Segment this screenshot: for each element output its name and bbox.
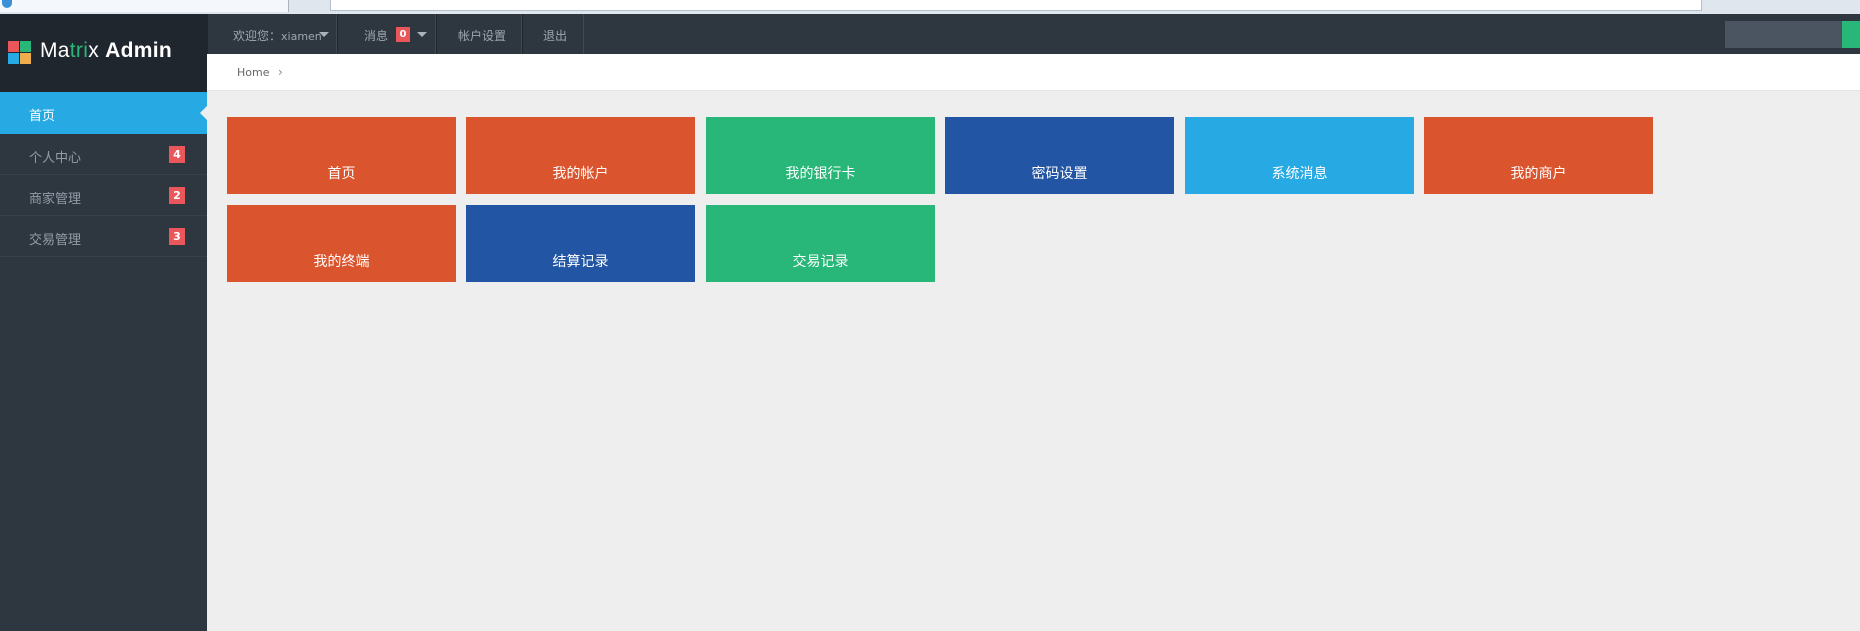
- sidebar-item-merchant-management[interactable]: 商家管理 2: [0, 175, 207, 216]
- logout-link[interactable]: 退出: [522, 14, 584, 54]
- tile-label: 结算记录: [552, 254, 609, 270]
- tile-my-merchants[interactable]: 我的商户: [1424, 117, 1653, 194]
- welcome-text: 欢迎您：xiamen: [233, 27, 322, 44]
- breadcrumb: Home ›: [207, 54, 1860, 91]
- sidebar-item-label: 交易管理: [29, 233, 82, 248]
- user-menu[interactable]: 欢迎您：xiamen: [207, 14, 337, 54]
- logo-text: Matrix Admin: [40, 39, 172, 63]
- tile-label: 交易记录: [792, 254, 849, 270]
- browser-tab[interactable]: [0, 0, 289, 12]
- search-input[interactable]: [1725, 21, 1842, 48]
- tile-password-settings[interactable]: 密码设置: [945, 117, 1174, 194]
- browser-favicon-icon: [2, 0, 12, 8]
- account-settings-link[interactable]: 帐户设置: [436, 14, 522, 54]
- sidebar: Matrix Admin 首页 个人中心 4 商家管理 2 交易管理 3: [0, 14, 207, 631]
- sidebar-item-home[interactable]: 首页: [0, 92, 207, 134]
- logo-text-part: Admin: [105, 39, 172, 62]
- tile-settlement-records[interactable]: 结算记录: [466, 205, 695, 282]
- logo-text-part: x: [88, 39, 106, 62]
- sidebar-item-transaction-management[interactable]: 交易管理 3: [0, 216, 207, 257]
- sidebar-item-label: 商家管理: [29, 192, 82, 207]
- sidebar-menu: 首页 个人中心 4 商家管理 2 交易管理 3: [0, 92, 207, 257]
- tile-my-account[interactable]: 我的帐户: [466, 117, 695, 194]
- tile-label: 我的银行卡: [785, 166, 856, 182]
- search-button[interactable]: [1842, 21, 1860, 48]
- count-badge: 4: [169, 146, 185, 163]
- count-badge: 3: [169, 228, 185, 245]
- top-navbar: 欢迎您：xiamen 消息 0 帐户设置 退出: [207, 14, 1860, 54]
- sidebar-item-label: 个人中心: [29, 151, 82, 166]
- logo-text-part: tri: [69, 39, 89, 62]
- chevron-down-icon: [417, 32, 427, 37]
- tile-label: 首页: [327, 166, 356, 182]
- username: xiamen: [281, 30, 322, 43]
- messages-count-badge: 0: [396, 27, 410, 42]
- address-bar[interactable]: [330, 0, 1702, 11]
- logo-grid-icon: [8, 41, 32, 65]
- tile-my-terminals[interactable]: 我的终端: [227, 205, 456, 282]
- logo[interactable]: Matrix Admin: [0, 14, 207, 92]
- count-badge: 2: [169, 187, 185, 204]
- browser-toolbar: [0, 0, 1860, 15]
- welcome-label: 欢迎您：: [233, 29, 282, 43]
- account-settings-label: 帐户设置: [458, 29, 507, 43]
- logout-label: 退出: [543, 29, 568, 43]
- breadcrumb-home-link[interactable]: Home: [237, 66, 269, 79]
- tile-home[interactable]: 首页: [227, 117, 456, 194]
- tile-system-messages[interactable]: 系统消息: [1185, 117, 1414, 194]
- tile-label: 系统消息: [1271, 166, 1328, 182]
- messages-label: 消息: [364, 29, 389, 43]
- tile-transaction-records[interactable]: 交易记录: [706, 205, 935, 282]
- sidebar-item-personal-center[interactable]: 个人中心 4: [0, 134, 207, 175]
- active-pointer-icon: [200, 106, 207, 120]
- logo-text-part: Ma: [40, 39, 70, 62]
- tile-label: 我的终端: [313, 254, 370, 270]
- tile-label: 密码设置: [1031, 166, 1088, 182]
- chevron-right-icon: ›: [278, 65, 283, 79]
- sidebar-item-label: 首页: [29, 109, 56, 124]
- messages-menu[interactable]: 消息 0: [337, 14, 436, 54]
- tile-label: 我的帐户: [552, 166, 609, 182]
- chevron-down-icon: [319, 32, 329, 37]
- quick-actions: 首页 我的帐户 我的银行卡 密码设置 系统消息 我的商户 我的终端 结算记录 交…: [227, 117, 1667, 317]
- tile-label: 我的商户: [1510, 166, 1567, 182]
- tile-my-bank-card[interactable]: 我的银行卡: [706, 117, 935, 194]
